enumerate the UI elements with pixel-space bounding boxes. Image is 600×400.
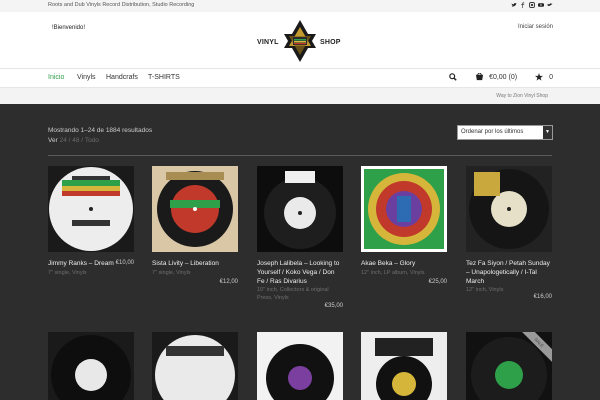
facebook-icon[interactable]: [520, 2, 526, 8]
product-image[interactable]: [361, 332, 447, 400]
divider: [48, 155, 552, 156]
product-image[interactable]: [257, 166, 343, 252]
cart-icon[interactable]: [475, 72, 484, 81]
product-title[interactable]: Sista Livity – Liberation: [152, 259, 238, 268]
nav-item-handcrafs[interactable]: Handcrafs: [106, 74, 138, 81]
social-links: [511, 2, 553, 8]
star-icon[interactable]: [535, 73, 544, 81]
results-count: Mostrando 1–24 de 1884 resultados: [48, 127, 153, 134]
sort-selected-value: Ordenar por los últimos: [461, 129, 524, 135]
product-image[interactable]: [152, 332, 238, 400]
product-price: €12,00: [219, 279, 238, 285]
instagram-icon[interactable]: [529, 2, 535, 8]
per-page-option-24[interactable]: 24: [60, 137, 67, 144]
chevron-down-icon: ▼: [543, 126, 552, 139]
per-page-option-48[interactable]: 48: [72, 137, 79, 144]
product-image[interactable]: [48, 332, 134, 400]
product-title[interactable]: Akae Beka – Glory: [361, 259, 447, 268]
youtube-icon[interactable]: [538, 2, 544, 8]
product-title[interactable]: Joseph Lalibela – Looking to Yourself / …: [257, 259, 343, 286]
product-image[interactable]: [152, 166, 238, 252]
nav-item-inicio[interactable]: Inicio: [48, 74, 64, 81]
star-of-david-logo-icon: [284, 20, 316, 62]
product-categories[interactable]: 12" inch, LP album, Vinyls: [361, 269, 447, 277]
site-logo[interactable]: VINYL SHOP: [257, 18, 343, 64]
bird-icon[interactable]: [547, 2, 553, 8]
nav-item-vinyls[interactable]: Vinyls: [77, 74, 96, 81]
twitter-icon[interactable]: [511, 2, 517, 8]
welcome-text: !Bienvenido!: [52, 25, 86, 31]
product-price: €10,00: [115, 260, 134, 266]
site-header: !Bienvenido! Iniciar sesión VINYL SHOP: [0, 12, 600, 68]
login-link[interactable]: Iniciar sesión: [518, 24, 553, 30]
sort-select[interactable]: Ordenar por los últimos ▼: [457, 125, 553, 140]
nav-item-tshirts[interactable]: T-SHIRTS: [148, 74, 180, 81]
product-categories[interactable]: 7" single, Vinyls: [48, 269, 134, 277]
wishlist-count[interactable]: 0: [549, 74, 553, 81]
product-price: €35,00: [324, 303, 343, 309]
product-title[interactable]: Tez Fa Siyon / Petah Sunday – Unapologet…: [466, 259, 552, 286]
top-bar: Roots and Dub Vinyls Record Distribution…: [0, 0, 600, 12]
logo-text-right: SHOP: [320, 39, 341, 46]
main-nav: Inicio Vinyls Handcrafs T-SHIRTS €0,00 (…: [0, 68, 600, 88]
per-page-label: Ver: [48, 137, 58, 144]
product-image[interactable]: [361, 166, 447, 252]
breadcrumb[interactable]: Way to Zion Vinyl Shop: [496, 93, 548, 99]
product-image[interactable]: [48, 166, 134, 252]
breadcrumb-bar: Way to Zion Vinyl Shop: [0, 88, 600, 104]
per-page-selector: Ver 24 / 48 / Todo: [48, 137, 99, 144]
product-image[interactable]: [257, 332, 343, 400]
product-categories[interactable]: 7" single, Vinyls: [152, 269, 238, 277]
per-page-option-all[interactable]: Todo: [85, 137, 99, 144]
product-price: €25,00: [428, 279, 447, 285]
product-price: €16,00: [533, 294, 552, 300]
site-tagline: Roots and Dub Vinyls Record Distribution…: [48, 2, 195, 8]
product-image[interactable]: [466, 166, 552, 252]
search-icon[interactable]: [449, 73, 457, 81]
product-categories[interactable]: 10" inch, Collectors & original Press, V…: [257, 286, 343, 302]
product-image[interactable]: SALE: [466, 332, 552, 400]
product-categories[interactable]: 12" inch, Vinyls: [466, 286, 552, 294]
logo-text-left: VINYL: [257, 39, 279, 46]
cart-total[interactable]: €0,00 (0): [489, 74, 517, 81]
